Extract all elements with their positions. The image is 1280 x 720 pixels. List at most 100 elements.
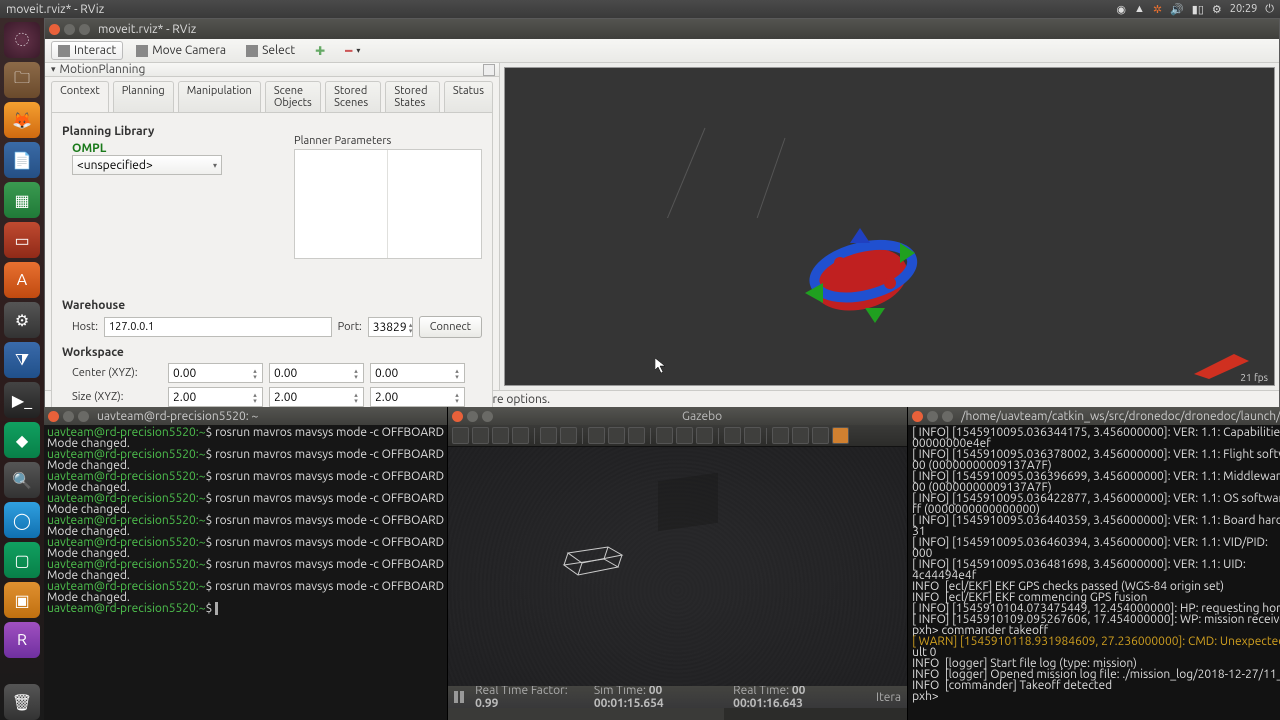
terminal-right[interactable]: /home/uavteam/catkin_ws/src/dronedoc/dro…: [908, 407, 1280, 720]
pause-button[interactable]: [454, 691, 465, 703]
gz-rotate-icon[interactable]: [492, 427, 509, 444]
close-icon[interactable]: [49, 24, 60, 35]
select-icon: [246, 45, 258, 57]
center-z-spin[interactable]: 0.00: [370, 363, 465, 383]
gz-box-icon[interactable]: [588, 427, 605, 444]
gz-cylinder-icon[interactable]: [628, 427, 645, 444]
gz-grid-icon[interactable]: [792, 427, 809, 444]
software-icon[interactable]: A: [4, 262, 40, 298]
record-icon[interactable]: ◉: [1116, 3, 1126, 16]
close-icon[interactable]: [912, 411, 923, 422]
maximize-icon[interactable]: [78, 411, 89, 422]
panel-header[interactable]: ▾ MotionPlanning: [45, 63, 499, 77]
rviz-icon[interactable]: R: [4, 622, 40, 658]
port-spin[interactable]: 33829: [368, 317, 413, 337]
ubuntu-dash-icon[interactable]: ◌: [4, 22, 40, 58]
terminal-left[interactable]: uavteam@rd-precision5520: ~ uavteam@rd-p…: [44, 407, 448, 720]
gz-sphere-icon[interactable]: [608, 427, 625, 444]
calc-icon[interactable]: ▦: [4, 182, 40, 218]
gz-select-icon[interactable]: [452, 427, 469, 444]
vscode-icon[interactable]: ⧩: [4, 342, 40, 378]
center-x-spin[interactable]: 0.00: [168, 363, 263, 383]
gazebo-titlebar[interactable]: Gazebo: [448, 407, 907, 425]
system-tray: ◉ ▲ ✲ 🔊 ▮▯ ⚙ 20:29 ⏻: [1116, 3, 1274, 16]
qgc-icon[interactable]: ◆: [4, 422, 40, 458]
add-tool-button[interactable]: ✚: [308, 41, 332, 61]
planner-combo[interactable]: <unspecified>: [72, 155, 222, 175]
minimize-icon[interactable]: [63, 411, 74, 422]
firefox-icon[interactable]: 🦊: [4, 102, 40, 138]
minimize-icon[interactable]: [467, 411, 478, 422]
gz-light-spot-icon[interactable]: [676, 427, 693, 444]
gz-light-dir-icon[interactable]: [696, 427, 713, 444]
tab-stored-scenes[interactable]: Stored Scenes: [325, 81, 381, 112]
cursor-icon: [655, 358, 667, 374]
gz-snap-icon[interactable]: [772, 427, 789, 444]
gz-log-icon[interactable]: [812, 427, 829, 444]
remove-tool-button[interactable]: ━▾: [338, 41, 367, 61]
gz-copy-icon[interactable]: [724, 427, 741, 444]
size-x-spin[interactable]: 2.00: [168, 387, 263, 407]
rviz-3d-viewport[interactable]: 21 fps: [504, 67, 1275, 386]
tab-scene-objects[interactable]: Scene Objects: [265, 81, 321, 112]
panel-title: MotionPlanning: [60, 63, 146, 76]
battery-icon[interactable]: ▮▯: [1192, 3, 1204, 16]
app-green2-icon[interactable]: ▢: [4, 542, 40, 578]
panel-popout-button[interactable]: [483, 64, 495, 76]
gazebo-viewport[interactable]: [448, 447, 907, 686]
planner-params-table[interactable]: [294, 149, 482, 259]
host-input[interactable]: [104, 317, 332, 337]
gazebo-timeline[interactable]: [448, 708, 907, 720]
gz-scale-icon[interactable]: [512, 427, 529, 444]
maximize-icon[interactable]: [482, 411, 493, 422]
terminal-left-body[interactable]: uavteam@rd-precision5520:~$ rosrun mavro…: [44, 425, 447, 720]
terminal-left-titlebar[interactable]: uavteam@rd-precision5520: ~: [44, 407, 447, 425]
gear-icon[interactable]: ⚙: [1212, 3, 1222, 16]
gz-translate-icon[interactable]: [472, 427, 489, 444]
gz-undo-icon[interactable]: [540, 427, 557, 444]
app-blue-icon[interactable]: ◯: [4, 502, 40, 538]
maximize-icon[interactable]: [79, 24, 90, 35]
move-camera-button[interactable]: Move Camera: [129, 41, 233, 60]
gz-light-point-icon[interactable]: [656, 427, 673, 444]
sync-icon[interactable]: ✲: [1153, 3, 1162, 16]
gz-record-icon[interactable]: [832, 427, 849, 444]
impress-icon[interactable]: ▭: [4, 222, 40, 258]
gazebo-icon[interactable]: ▣: [4, 582, 40, 618]
close-icon[interactable]: [452, 411, 463, 422]
terminal-icon[interactable]: ▶_: [4, 382, 40, 418]
terminal-right-titlebar[interactable]: /home/uavteam/catkin_ws/src/dronedoc/dro…: [908, 407, 1280, 425]
wifi-icon[interactable]: ▲: [1134, 3, 1145, 15]
power-icon[interactable]: ⏻: [1265, 3, 1274, 16]
gz-redo-icon[interactable]: [560, 427, 577, 444]
grid-plane: [505, 68, 805, 218]
select-button[interactable]: Select: [239, 41, 302, 60]
size-z-spin[interactable]: 2.00: [370, 387, 465, 407]
sound-icon[interactable]: 🔊: [1170, 3, 1184, 16]
files-icon[interactable]: 🗀: [4, 62, 40, 98]
interact-button[interactable]: Interact: [51, 41, 123, 60]
tab-manipulation[interactable]: Manipulation: [178, 81, 261, 112]
tab-planning[interactable]: Planning: [113, 81, 174, 112]
terminal-right-body[interactable]: [ INFO] [1545910095.036344175, 3.4560000…: [908, 425, 1280, 720]
trash-icon[interactable]: 🗑: [4, 684, 40, 720]
rviz-titlebar[interactable]: moveit.rviz* - RViz: [45, 19, 1279, 39]
minimize-icon[interactable]: [927, 411, 938, 422]
size-y-spin[interactable]: 2.00: [269, 387, 364, 407]
chevron-down-icon: ▾: [51, 64, 56, 75]
tab-stored-states[interactable]: Stored States: [385, 81, 440, 112]
settings-launcher-icon[interactable]: ⚙: [4, 302, 40, 338]
port-label: Port:: [338, 321, 362, 333]
connect-button[interactable]: Connect: [419, 316, 482, 338]
center-y-spin[interactable]: 0.00: [269, 363, 364, 383]
minimize-icon[interactable]: [64, 24, 75, 35]
gz-paste-icon[interactable]: [744, 427, 761, 444]
tab-status[interactable]: Status: [444, 81, 493, 112]
lens-icon[interactable]: 🔍: [4, 462, 40, 498]
close-icon[interactable]: [48, 411, 59, 422]
robot-model: [805, 223, 925, 333]
maximize-icon[interactable]: [942, 411, 953, 422]
writer-icon[interactable]: 📄: [4, 142, 40, 178]
tab-context[interactable]: Context: [51, 81, 109, 112]
clock[interactable]: 20:29: [1230, 3, 1258, 15]
